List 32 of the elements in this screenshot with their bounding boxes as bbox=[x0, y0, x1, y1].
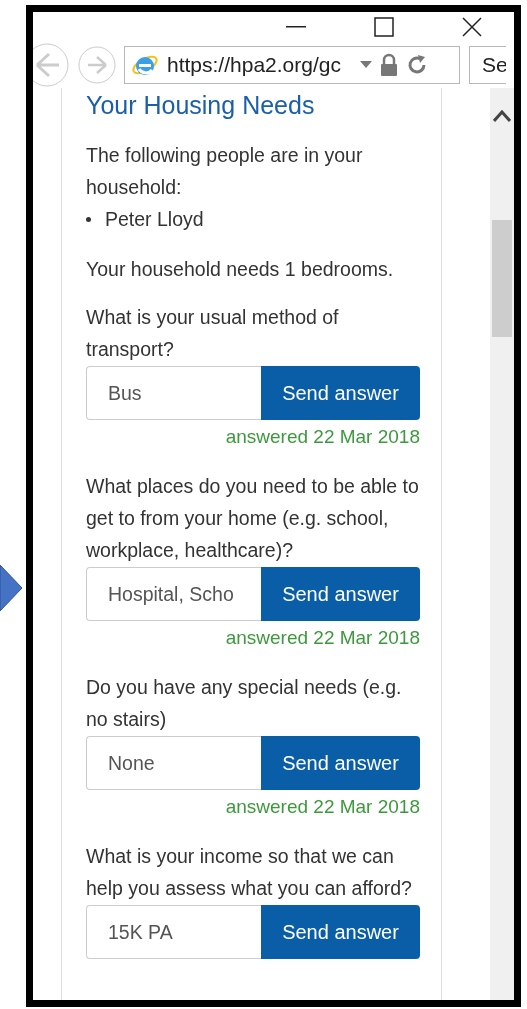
address-bar[interactable]: https://hpa2.org/gc bbox=[124, 46, 460, 84]
page-title: Your Housing Needs bbox=[86, 90, 316, 121]
send-answer-button[interactable]: Send answer bbox=[261, 905, 420, 959]
answer-field[interactable]: Bus bbox=[86, 366, 261, 420]
question-text: Do you have any special needs (e.g. no stairs) bbox=[86, 675, 403, 732]
search-field[interactable]: Se bbox=[469, 46, 506, 84]
question-text: What places do you need to be able to get to from your home (e.g. school, workplace, healthcare)? bbox=[86, 474, 420, 563]
refresh-icon[interactable] bbox=[406, 54, 428, 76]
answered-date: answered 22 Mar 2018 bbox=[224, 425, 420, 449]
lock-icon bbox=[380, 53, 398, 77]
intro-text: The following people are in your household: bbox=[86, 143, 364, 200]
question-text: What is your income so that we can help you assess what you can afford? bbox=[86, 844, 413, 901]
answer-field[interactable]: Hospital, Scho bbox=[86, 567, 261, 621]
answer-field[interactable]: None bbox=[86, 736, 261, 790]
person-name: Peter Lloyd bbox=[86, 203, 420, 235]
scroll-thumb[interactable] bbox=[492, 220, 512, 337]
answered-date: answered 22 Mar 2018 bbox=[224, 795, 420, 819]
url-text: https://hpa2.org/gc bbox=[167, 53, 342, 77]
send-answer-button[interactable]: Send answer bbox=[261, 366, 420, 420]
scrollbar[interactable] bbox=[490, 88, 514, 1000]
maximize-icon[interactable] bbox=[374, 17, 394, 37]
answer-field[interactable]: 15K PA bbox=[86, 905, 261, 959]
send-answer-button[interactable]: Send answer bbox=[261, 567, 420, 621]
minimize-icon[interactable] bbox=[286, 25, 306, 29]
scroll-up-icon[interactable] bbox=[493, 110, 511, 122]
arrow-pointer-icon bbox=[0, 565, 22, 611]
answered-date: answered 22 Mar 2018 bbox=[224, 626, 420, 650]
question-text: What is your usual method of transport? bbox=[86, 305, 340, 362]
dropdown-caret-icon[interactable] bbox=[360, 61, 372, 69]
send-answer-button[interactable]: Send answer bbox=[261, 736, 420, 790]
close-icon[interactable] bbox=[462, 17, 482, 37]
bedrooms-note: Your household needs 1 bedrooms. bbox=[86, 257, 395, 282]
